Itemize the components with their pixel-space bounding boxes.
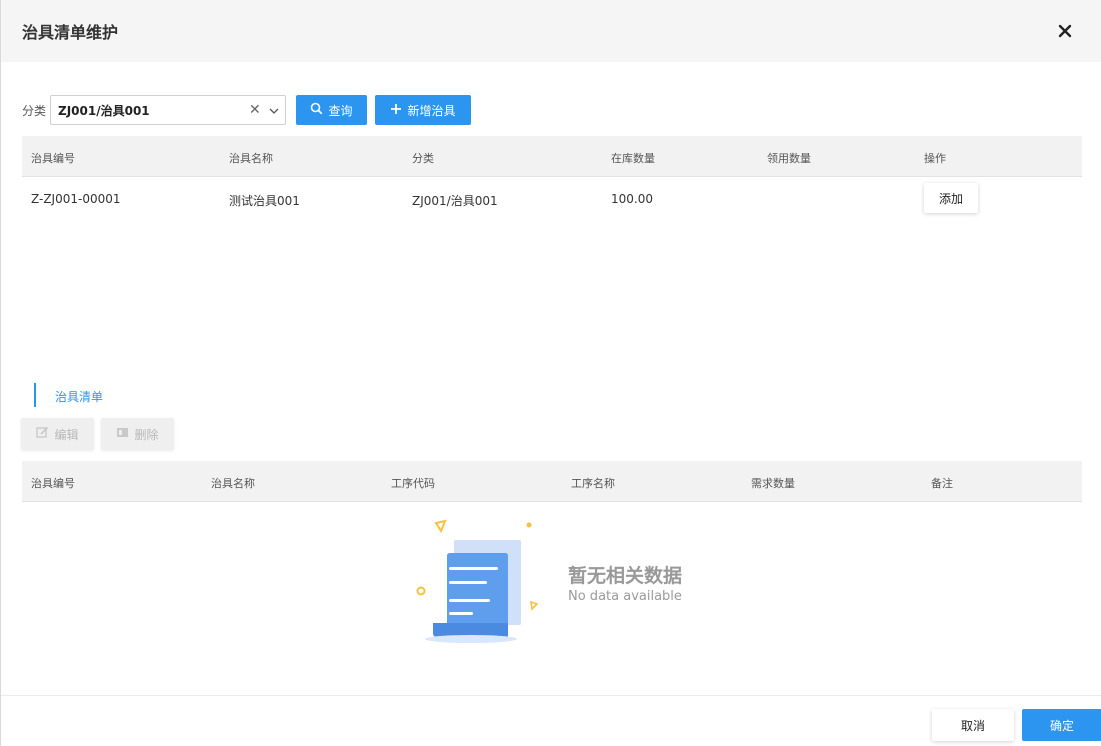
- tool-list-dialog: 治具清单维护 分类 ZJ001/治具001 ✕ 查询 新增治具 治具编号 治具名…: [0, 0, 1101, 746]
- search-icon: [310, 102, 323, 118]
- empty-state-subtitle: No data available: [568, 589, 682, 604]
- clear-icon[interactable]: ✕: [249, 103, 261, 117]
- empty-data-illustration-icon: [411, 515, 546, 650]
- query-button[interactable]: 查询: [296, 95, 367, 125]
- tool-table-header: 治具编号 治具名称 分类 在库数量 领用数量 操作: [22, 136, 1082, 177]
- delete-icon: [116, 426, 129, 442]
- confirm-button[interactable]: 确定: [1022, 709, 1101, 741]
- section-title: 治具清单: [55, 390, 104, 404]
- column-header-tool-code: 治具编号: [31, 477, 75, 490]
- category-filter-label: 分类: [22, 104, 47, 118]
- plus-icon: [390, 103, 402, 118]
- edit-button-label: 编辑: [54, 427, 79, 442]
- cell-tool-name: 测试治具001: [229, 194, 300, 208]
- query-button-label: 查询: [328, 103, 353, 118]
- delete-button[interactable]: 删除: [101, 418, 174, 450]
- add-row-button[interactable]: 添加: [924, 183, 978, 213]
- column-header-tool-name: 治具名称: [211, 477, 255, 490]
- chevron-down-icon[interactable]: [267, 103, 281, 117]
- add-tool-button-label: 新增治具: [407, 103, 456, 118]
- table-row: Z-ZJ001-00001 测试治具001 ZJ001/治具001 100.00…: [22, 178, 1082, 220]
- category-select-value: ZJ001/治具001: [58, 104, 150, 118]
- edit-icon: [36, 426, 49, 442]
- edit-button[interactable]: 编辑: [21, 418, 94, 450]
- delete-button-label: 删除: [134, 427, 159, 442]
- empty-state-title: 暂无相关数据: [568, 565, 683, 587]
- footer-divider: [1, 695, 1101, 696]
- column-header-remarks: 备注: [931, 477, 953, 490]
- cell-category: ZJ001/治具001: [412, 194, 498, 208]
- column-header-process-name: 工序名称: [571, 477, 615, 490]
- section-indicator: [34, 383, 36, 407]
- close-icon[interactable]: [1053, 19, 1077, 43]
- tool-list-table-header: 治具编号 治具名称 工序代码 工序名称 需求数量 备注: [22, 461, 1082, 502]
- category-select[interactable]: ZJ001/治具001 ✕: [50, 95, 286, 125]
- column-header-required-qty: 需求数量: [751, 477, 795, 490]
- column-header-tool-name: 治具名称: [229, 152, 273, 165]
- dialog-header: 治具清单维护: [1, 0, 1101, 62]
- column-header-category: 分类: [412, 152, 434, 165]
- add-tool-button[interactable]: 新增治具: [375, 95, 471, 125]
- cancel-button[interactable]: 取消: [932, 709, 1014, 741]
- dialog-title: 治具清单维护: [22, 23, 119, 42]
- column-header-stock-qty: 在库数量: [611, 152, 655, 165]
- column-header-process-code: 工序代码: [391, 477, 435, 490]
- cell-tool-code: Z-ZJ001-00001: [31, 192, 121, 206]
- cell-stock-qty: 100.00: [611, 192, 653, 206]
- column-header-action: 操作: [924, 152, 946, 165]
- column-header-issued-qty: 领用数量: [767, 152, 811, 165]
- column-header-tool-code: 治具编号: [31, 152, 75, 165]
